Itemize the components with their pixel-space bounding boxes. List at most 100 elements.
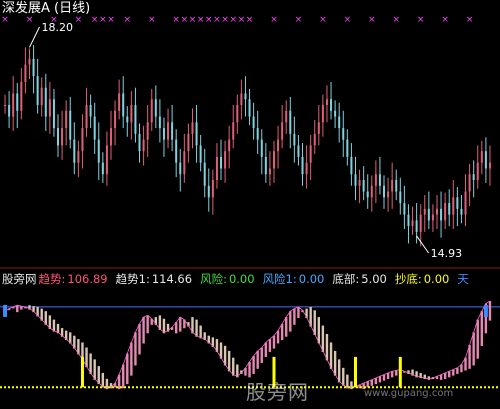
candle-body xyxy=(281,122,284,140)
candle-body xyxy=(297,145,300,157)
trend-bar xyxy=(195,319,198,337)
candle-body xyxy=(330,99,333,111)
legend-item: 106.89 xyxy=(67,272,108,286)
trend-bar xyxy=(248,361,251,378)
signal-marker: × xyxy=(75,15,83,25)
candle-body xyxy=(460,208,463,215)
candle-body xyxy=(350,156,353,175)
candle-body xyxy=(44,87,47,117)
candle-body xyxy=(325,99,328,105)
candle-body xyxy=(313,133,316,146)
candle-body xyxy=(334,110,337,117)
candle-body xyxy=(207,185,210,198)
watermark-url: www.gupang.com xyxy=(364,388,454,399)
candle-body xyxy=(158,116,161,129)
candle-body xyxy=(444,203,447,221)
signal-marker: × xyxy=(124,15,132,25)
legend-item: 趋势: xyxy=(38,272,66,286)
candle-body xyxy=(65,110,68,129)
candle-body xyxy=(391,180,394,192)
candle-body xyxy=(362,180,365,192)
candle-body xyxy=(480,151,483,163)
candle-body xyxy=(28,58,31,65)
candle-body xyxy=(488,162,491,169)
candle-body xyxy=(342,128,345,140)
candle-body xyxy=(272,151,275,169)
signal-marker: × xyxy=(213,15,221,25)
candle-body xyxy=(109,128,112,146)
candle-body xyxy=(16,93,19,111)
candle-body xyxy=(97,139,100,163)
trend-bar xyxy=(448,371,451,378)
signal-marker: × xyxy=(344,15,352,25)
trend-bar xyxy=(382,374,386,381)
candle-body xyxy=(346,139,349,157)
candle-body xyxy=(374,174,377,186)
signal-marker: × xyxy=(1,15,9,25)
low-label: 14.93 xyxy=(431,247,463,260)
candle-body xyxy=(171,122,174,140)
candle-body xyxy=(48,99,51,117)
candle-body xyxy=(277,139,280,152)
candle-body xyxy=(12,93,15,117)
trend-bar xyxy=(342,367,345,386)
candle-body xyxy=(211,180,214,198)
candle-body xyxy=(403,203,406,215)
legend-item: 风险1: xyxy=(262,272,297,286)
signal-marker: × xyxy=(270,15,278,25)
signal-marker: × xyxy=(238,15,246,25)
candle-body xyxy=(8,105,11,117)
signal-marker: × xyxy=(221,15,229,25)
candle-body xyxy=(73,139,76,163)
legend-item: 0.00 xyxy=(228,272,255,286)
candle-body xyxy=(150,99,153,123)
candle-body xyxy=(101,162,104,175)
candle-body xyxy=(57,128,60,146)
candle-body xyxy=(415,220,418,232)
trend-bar xyxy=(276,330,280,344)
high-pointer xyxy=(29,26,40,48)
candle-body xyxy=(179,162,182,175)
candle-body xyxy=(175,139,178,163)
candle-body xyxy=(52,99,55,129)
trend-bar xyxy=(346,374,349,389)
candle-body xyxy=(378,174,381,186)
trend-bar xyxy=(337,359,341,383)
candle-body xyxy=(260,139,263,157)
candle-body xyxy=(264,156,267,175)
candle-body xyxy=(423,208,426,215)
candle-body xyxy=(61,128,64,146)
candle-body xyxy=(293,133,296,146)
trend-bar xyxy=(313,310,316,335)
trend-bar xyxy=(452,369,455,376)
signal-marker: × xyxy=(319,15,327,25)
candle-body xyxy=(36,76,39,105)
trend-bar xyxy=(285,317,288,337)
candle-body xyxy=(476,162,479,180)
signal-marker: × xyxy=(466,15,474,25)
trend-bar xyxy=(370,379,373,386)
candle-body xyxy=(411,220,414,227)
candle-body xyxy=(399,191,402,204)
candle-body xyxy=(142,139,145,152)
trend-bar xyxy=(443,372,447,379)
candle-body xyxy=(317,122,320,134)
candle-body xyxy=(85,105,88,129)
candle-body xyxy=(472,174,475,180)
candle-body xyxy=(468,174,471,192)
candle-body xyxy=(309,145,312,163)
signal-marker: × xyxy=(441,15,449,25)
legend-item: 底部: xyxy=(332,272,360,286)
candle-body xyxy=(256,128,259,140)
candle-body xyxy=(440,208,443,221)
trend-bar xyxy=(480,311,484,346)
candle-body xyxy=(354,174,357,186)
trend-bar xyxy=(138,323,141,355)
signal-marker: × xyxy=(91,15,99,25)
candle-body xyxy=(305,162,308,175)
trend-bar xyxy=(93,359,96,380)
watermark: 股旁网 xyxy=(246,380,309,404)
trend-bar xyxy=(280,323,284,341)
candle-body xyxy=(419,214,422,232)
trend-bar xyxy=(126,353,129,385)
